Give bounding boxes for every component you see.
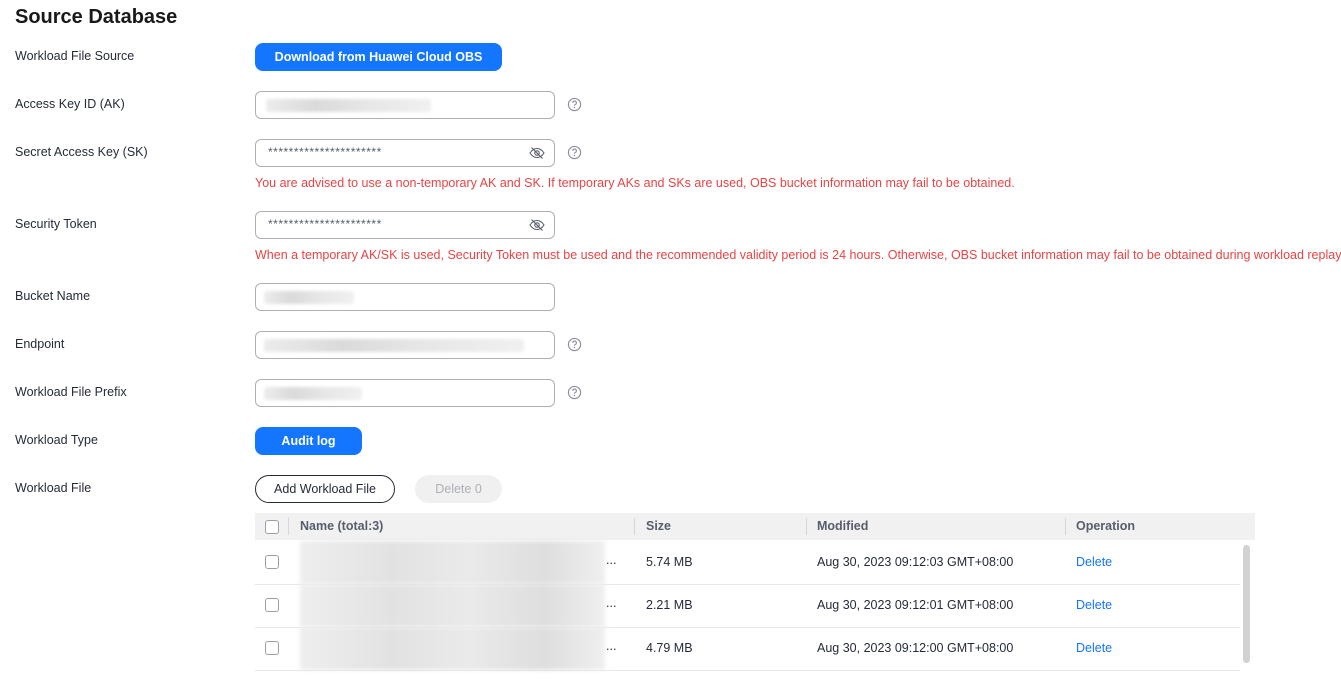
secret-key-warning: You are advised to use a non-temporary A… <box>255 176 1015 190</box>
column-divider <box>806 518 807 535</box>
access-key-input[interactable] <box>255 91 555 119</box>
workload-file-prefix-input[interactable] <box>255 379 555 407</box>
select-all-checkbox[interactable] <box>265 520 279 534</box>
question-circle-icon[interactable] <box>567 145 582 160</box>
column-divider <box>634 518 635 535</box>
workload-type-label: Workload Type <box>15 433 98 447</box>
file-modified: Aug 30, 2023 09:12:03 GMT+08:00 <box>817 555 1014 569</box>
delete-link[interactable]: Delete <box>1076 641 1112 655</box>
table-row: ... 2.21 MB Aug 30, 2023 09:12:01 GMT+08… <box>255 584 1240 628</box>
table-header: Name (total:3) Size Modified Operation <box>255 513 1255 540</box>
redacted-value <box>264 291 354 304</box>
file-modified: Aug 30, 2023 09:12:01 GMT+08:00 <box>817 598 1014 612</box>
redacted-file-name <box>300 584 605 627</box>
endpoint-input[interactable] <box>255 331 555 359</box>
bucket-name-input[interactable] <box>255 283 555 311</box>
workload-file-prefix-label: Workload File Prefix <box>15 385 127 399</box>
redacted-file-name <box>300 541 605 584</box>
table-row: ... 4.79 MB Aug 30, 2023 09:12:00 GMT+08… <box>255 627 1240 671</box>
redacted-value <box>266 99 431 112</box>
file-size: 4.79 MB <box>646 641 693 655</box>
column-header-operation: Operation <box>1076 519 1136 533</box>
security-token-warning: When a temporary AK/SK is used, Security… <box>255 248 1341 262</box>
row-checkbox[interactable] <box>265 641 279 655</box>
file-name-ellipsis: ... <box>606 553 617 567</box>
eye-hidden-icon[interactable] <box>529 146 545 160</box>
delete-link[interactable]: Delete <box>1076 598 1112 612</box>
redacted-value <box>264 387 362 400</box>
file-name-ellipsis: ... <box>606 639 617 653</box>
question-circle-icon[interactable] <box>567 97 582 112</box>
question-circle-icon[interactable] <box>567 337 582 352</box>
column-divider <box>1065 518 1066 535</box>
file-size: 2.21 MB <box>646 598 693 612</box>
access-key-label: Access Key ID (AK) <box>15 97 125 111</box>
secret-key-value: ********************** <box>268 145 382 159</box>
page-title: Source Database <box>15 6 178 28</box>
file-name-ellipsis: ... <box>606 596 617 610</box>
bucket-name-label: Bucket Name <box>15 289 91 303</box>
column-header-name: Name (total:3) <box>300 519 384 533</box>
secret-key-input[interactable]: ********************** <box>255 139 555 167</box>
table-row: ... 5.74 MB Aug 30, 2023 09:12:03 GMT+08… <box>255 541 1240 585</box>
table-scrollbar[interactable] <box>1243 545 1250 663</box>
question-circle-icon[interactable] <box>567 385 582 400</box>
delete-link[interactable]: Delete <box>1076 555 1112 569</box>
file-size: 5.74 MB <box>646 555 693 569</box>
endpoint-label: Endpoint <box>15 337 65 351</box>
security-token-label: Security Token <box>15 217 97 231</box>
workload-file-source-label: Workload File Source <box>15 49 135 63</box>
security-token-input[interactable]: ********************** <box>255 211 555 239</box>
column-divider <box>288 518 289 535</box>
download-obs-button[interactable]: Download from Huawei Cloud OBS <box>255 43 502 71</box>
audit-log-button[interactable]: Audit log <box>255 427 362 455</box>
redacted-value <box>264 339 524 352</box>
secret-key-label: Secret Access Key (SK) <box>15 145 148 159</box>
column-header-modified: Modified <box>817 519 869 533</box>
redacted-file-name <box>300 627 605 670</box>
eye-hidden-icon[interactable] <box>529 218 545 232</box>
delete-selected-button[interactable]: Delete 0 <box>415 475 502 503</box>
add-workload-file-button[interactable]: Add Workload File <box>255 475 395 503</box>
row-checkbox[interactable] <box>265 598 279 612</box>
column-header-size: Size <box>646 519 672 533</box>
security-token-value: ********************** <box>268 217 382 231</box>
file-modified: Aug 30, 2023 09:12:00 GMT+08:00 <box>817 641 1014 655</box>
row-checkbox[interactable] <box>265 555 279 569</box>
workload-file-label: Workload File <box>15 481 92 495</box>
